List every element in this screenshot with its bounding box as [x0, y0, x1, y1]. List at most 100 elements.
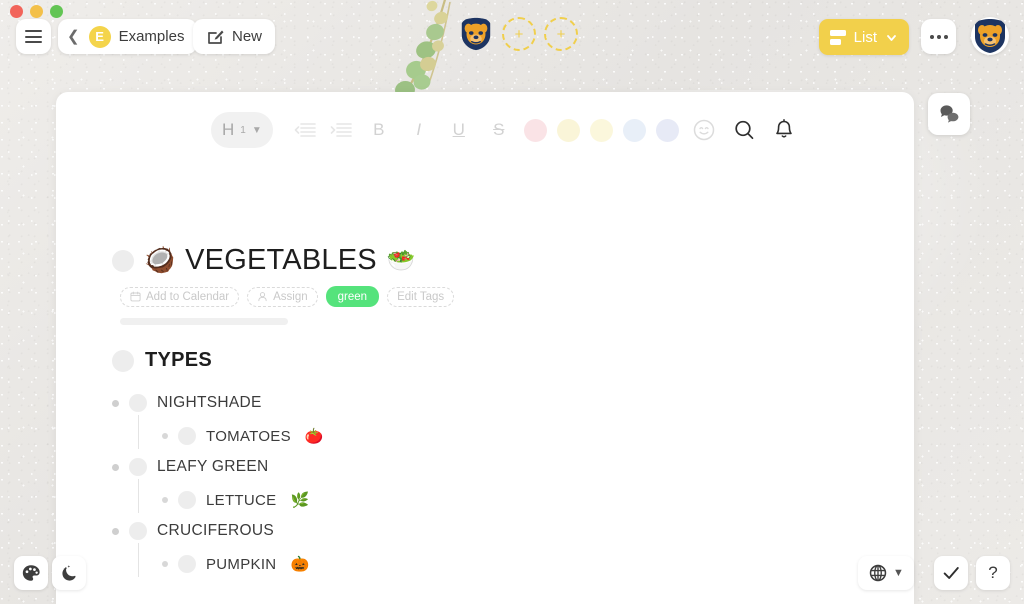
list-layout-icon: [829, 29, 846, 45]
bullet-icon: [112, 527, 119, 535]
outline-item-label: LEAFY GREEN: [157, 458, 269, 475]
list-button-label: List: [853, 28, 877, 46]
color-swatch-pink[interactable]: [523, 118, 547, 142]
bullet-icon: [162, 433, 168, 439]
comments-button[interactable]: [928, 93, 970, 135]
bold-button[interactable]: B: [364, 120, 394, 140]
color-swatch-light-blue[interactable]: [622, 118, 646, 142]
outline-children: PUMPKIN 🎃: [138, 543, 890, 579]
bell-icon[interactable]: [771, 117, 797, 143]
section-heading[interactable]: TYPES: [145, 349, 212, 372]
color-swatch-cream[interactable]: [589, 118, 613, 142]
add-to-calendar-label: Add to Calendar: [146, 290, 230, 303]
content-placeholder-bar: [120, 318, 288, 325]
chevron-left-icon[interactable]: ❮: [67, 29, 80, 44]
italic-button[interactable]: I: [404, 120, 434, 140]
outline-item-emoji: 🍅: [304, 428, 324, 445]
ellipsis-dot: [929, 34, 934, 39]
indent-icon[interactable]: [330, 122, 352, 138]
item-checkbox[interactable]: [129, 394, 147, 412]
section-checkbox[interactable]: [112, 349, 134, 372]
outline-children: TOMATOES 🍅: [138, 415, 890, 451]
outline-child-row[interactable]: PUMPKIN 🎃: [138, 549, 890, 579]
check-icon: [943, 567, 959, 579]
window-traffic-lights[interactable]: [10, 5, 63, 18]
add-collaborator-button[interactable]: +: [544, 17, 578, 51]
page-title[interactable]: VEGETABLES: [185, 244, 377, 277]
outline-children: LETTUCE 🌿: [138, 479, 890, 515]
collaborator-row[interactable]: + +: [458, 16, 578, 52]
smiley-icon[interactable]: [691, 117, 717, 143]
outline-item-label: TOMATOES: [206, 427, 291, 445]
color-swatch-lavender[interactable]: [655, 118, 679, 142]
help-button[interactable]: ?: [976, 556, 1010, 590]
edit-tags-chip[interactable]: Edit Tags: [387, 286, 455, 307]
editor-toolbar[interactable]: H1 ▼ B I U S: [211, 112, 804, 148]
new-button-label: New: [232, 28, 263, 45]
dark-mode-button[interactable]: [52, 556, 86, 590]
more-options-button[interactable]: [921, 19, 956, 54]
outline-child-row[interactable]: TOMATOES 🍅: [138, 421, 890, 451]
search-icon[interactable]: [731, 117, 757, 143]
menu-button[interactable]: [16, 19, 51, 54]
list-view-button[interactable]: List: [818, 19, 909, 55]
outline-item-label: PUMPKIN: [206, 555, 277, 573]
bear-mascot-avatar: [461, 17, 491, 51]
collaborator-avatar[interactable]: [458, 16, 494, 52]
chevron-down-icon: ▼: [893, 567, 904, 579]
window-minimize-button[interactable]: [30, 5, 43, 18]
outline-node: NIGHTSHADE TOMATOES 🍅: [112, 387, 890, 451]
window-zoom-button[interactable]: [50, 5, 63, 18]
item-checkbox[interactable]: [178, 427, 196, 445]
add-collaborator-button[interactable]: +: [502, 17, 536, 51]
breadcrumb[interactable]: ❮ E Examples: [58, 19, 198, 54]
item-checkbox[interactable]: [129, 522, 147, 540]
tag-green[interactable]: green: [325, 286, 380, 307]
assign-chip[interactable]: Assign: [247, 286, 318, 307]
underline-button[interactable]: U: [444, 120, 474, 140]
window-close-button[interactable]: [10, 5, 23, 18]
heading-level-select[interactable]: H1 ▼: [211, 112, 273, 148]
add-to-calendar-chip[interactable]: Add to Calendar: [120, 286, 240, 307]
outline-parent-row[interactable]: CRUCIFEROUS: [112, 515, 890, 547]
outline-item-emoji: 🎃: [290, 556, 310, 573]
user-avatar-button[interactable]: [971, 17, 1009, 55]
calendar-icon: [130, 291, 141, 302]
heading-level-number: 1: [240, 124, 246, 136]
item-checkbox[interactable]: [129, 458, 147, 476]
chevron-down-icon: ▼: [251, 124, 262, 136]
outdent-icon[interactable]: [294, 122, 316, 138]
indent-guide-line: [138, 415, 139, 449]
item-checkbox[interactable]: [178, 491, 196, 509]
color-swatch-yellow[interactable]: [556, 118, 580, 142]
language-button[interactable]: ▼: [858, 556, 914, 590]
moon-icon: [61, 564, 76, 581]
hamburger-icon: [25, 30, 42, 43]
workspace-avatar: E: [88, 25, 111, 48]
outline-item-label: LETTUCE: [206, 491, 277, 509]
heading-level-label: H: [222, 120, 235, 139]
outline-item-label: CRUCIFEROUS: [157, 522, 274, 539]
new-button[interactable]: New: [193, 19, 276, 54]
bullet-icon: [112, 463, 119, 471]
bullet-icon: [112, 399, 119, 407]
section-heading-row: TYPES: [112, 349, 890, 372]
strikethrough-button[interactable]: S: [484, 120, 514, 140]
outline-item-label: NIGHTSHADE: [157, 394, 262, 411]
compose-icon: [208, 30, 224, 44]
confirm-button[interactable]: [934, 556, 968, 590]
outline-child-row[interactable]: LETTUCE 🌿: [138, 485, 890, 515]
title-emoji-left: 🥥: [144, 246, 176, 274]
outline-parent-row[interactable]: LEAFY GREEN: [112, 451, 890, 483]
theme-palette-button[interactable]: [14, 556, 48, 590]
outline-parent-row[interactable]: NIGHTSHADE: [112, 387, 890, 419]
outline-node: LEAFY GREEN LETTUCE 🌿: [112, 451, 890, 515]
help-label: ?: [988, 563, 998, 582]
bullet-icon: [162, 497, 168, 503]
comment-bubbles-icon: [940, 105, 959, 123]
chevron-down-icon: [887, 34, 896, 41]
title-checkbox[interactable]: [112, 249, 134, 272]
breadcrumb-label: Examples: [118, 28, 185, 45]
item-checkbox[interactable]: [178, 555, 196, 573]
document-meta-chips: Add to Calendar Assign green Edit Tags: [120, 286, 890, 307]
